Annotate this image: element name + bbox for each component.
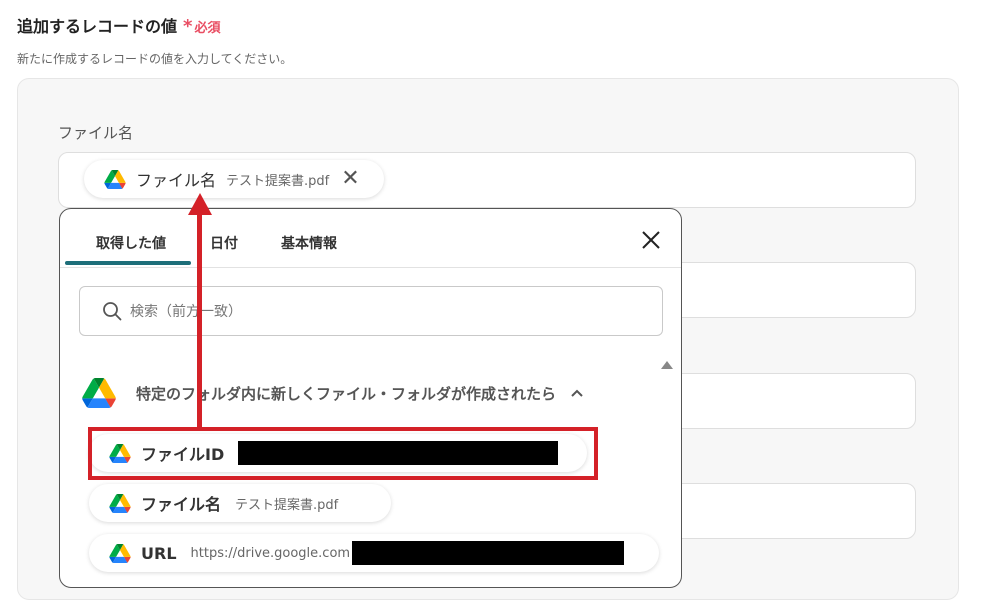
chip-value: テスト提案書.pdf (226, 173, 330, 189)
item-name: URL (141, 543, 177, 563)
picker-tabs: 取得した値 日付 基本情報 (60, 209, 681, 268)
item-value: テスト提案書.pdf (235, 497, 339, 513)
search-input[interactable] (128, 287, 652, 337)
close-icon[interactable]: ✕ (341, 168, 359, 190)
field-label-filename: ファイル名 (58, 124, 134, 142)
tab-date[interactable]: 日付 (210, 233, 238, 253)
trigger-group-header[interactable]: 特定のフォルダ内に新しくファイル・フォルダが作成されたら (82, 375, 584, 411)
scroll-up-arrow-icon[interactable] (661, 361, 673, 369)
annotation-arrow-line (197, 206, 202, 428)
list-item-url[interactable]: URL https://drive.google.com (89, 534, 659, 572)
redacted-value (238, 441, 559, 465)
required-label: 必須 (194, 21, 221, 36)
redacted-value (352, 541, 625, 565)
google-drive-icon (109, 544, 131, 563)
search-icon (103, 302, 122, 321)
tab-basic-info[interactable]: 基本情報 (281, 233, 337, 253)
variable-picker-dropdown: 取得した値 日付 基本情報 特定のフォルダ内に新しくファイル・フォルダが作成され… (59, 208, 682, 588)
chevron-up-icon (571, 389, 583, 397)
item-value: https://drive.google.com (190, 545, 351, 561)
google-drive-icon (82, 378, 116, 408)
section-title: 追加するレコードの値 * 必須 (17, 13, 220, 37)
close-icon[interactable] (640, 229, 662, 251)
required-star: * (183, 16, 193, 37)
google-drive-icon (104, 170, 126, 189)
section-description: 新たに作成するレコードの値を入力してください。 (17, 52, 293, 66)
active-tab-indicator (65, 261, 191, 265)
google-drive-icon (109, 444, 131, 463)
section-title-text: 追加するレコードの値 (17, 17, 178, 36)
filename-variable-chip[interactable]: ファイル名 テスト提案書.pdf ✕ (84, 160, 384, 198)
list-item-file-name[interactable]: ファイル名 テスト提案書.pdf (89, 484, 391, 522)
list-item-file-id[interactable]: ファイルID (89, 434, 587, 472)
search-box (79, 286, 663, 337)
google-drive-icon (109, 494, 131, 513)
item-name: ファイルID (141, 445, 225, 464)
annotation-arrow-head (188, 193, 212, 215)
tab-obtained-values[interactable]: 取得した値 (96, 233, 166, 253)
chip-name: ファイル名 (136, 171, 217, 190)
item-name: ファイル名 (141, 495, 222, 514)
